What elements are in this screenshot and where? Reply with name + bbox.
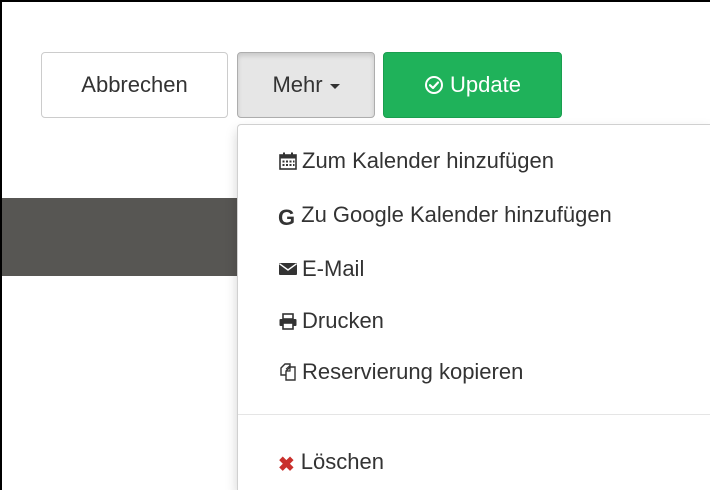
cancel-button[interactable]: Abbrechen xyxy=(41,52,228,118)
menu-item-label: Zu Google Kalender hinzufügen xyxy=(301,202,612,227)
menu-item-add-to-calendar[interactable]: Zum Kalender hinzufügen xyxy=(278,143,554,179)
menu-item-print[interactable]: Drucken xyxy=(278,303,384,339)
update-button-label: Update xyxy=(450,72,521,97)
check-circle-icon xyxy=(425,76,444,94)
menu-item-label: Reservierung kopieren xyxy=(302,359,524,384)
more-button-label: Mehr xyxy=(272,72,323,97)
menu-item-label: Zum Kalender hinzufügen xyxy=(302,148,554,173)
menu-divider xyxy=(238,414,710,415)
background-dark-band xyxy=(2,198,238,276)
menu-item-label: Drucken xyxy=(302,308,384,333)
calendar-icon xyxy=(279,152,297,170)
more-dropdown-menu: Zum Kalender hinzufügen G Zu Google Kale… xyxy=(237,124,710,490)
menu-item-email[interactable]: E-Mail xyxy=(278,251,364,287)
menu-item-label: E-Mail xyxy=(302,256,365,281)
delete-icon: ✖ xyxy=(278,454,295,476)
caret-down-icon xyxy=(329,83,340,89)
print-icon xyxy=(279,313,297,330)
cancel-button-label: Abbrechen xyxy=(81,72,188,97)
menu-item-delete[interactable]: ✖ Löschen xyxy=(278,444,384,480)
copy-icon xyxy=(280,363,296,381)
menu-item-add-to-google-calendar[interactable]: G Zu Google Kalender hinzufügen xyxy=(278,197,612,233)
update-button[interactable]: Update xyxy=(383,52,562,118)
menu-item-copy-reservation[interactable]: Reservierung kopieren xyxy=(278,354,523,390)
envelope-icon xyxy=(279,263,297,275)
more-dropdown-button[interactable]: Mehr xyxy=(237,52,375,118)
google-icon: G xyxy=(278,205,296,230)
menu-item-label: Löschen xyxy=(300,449,384,474)
